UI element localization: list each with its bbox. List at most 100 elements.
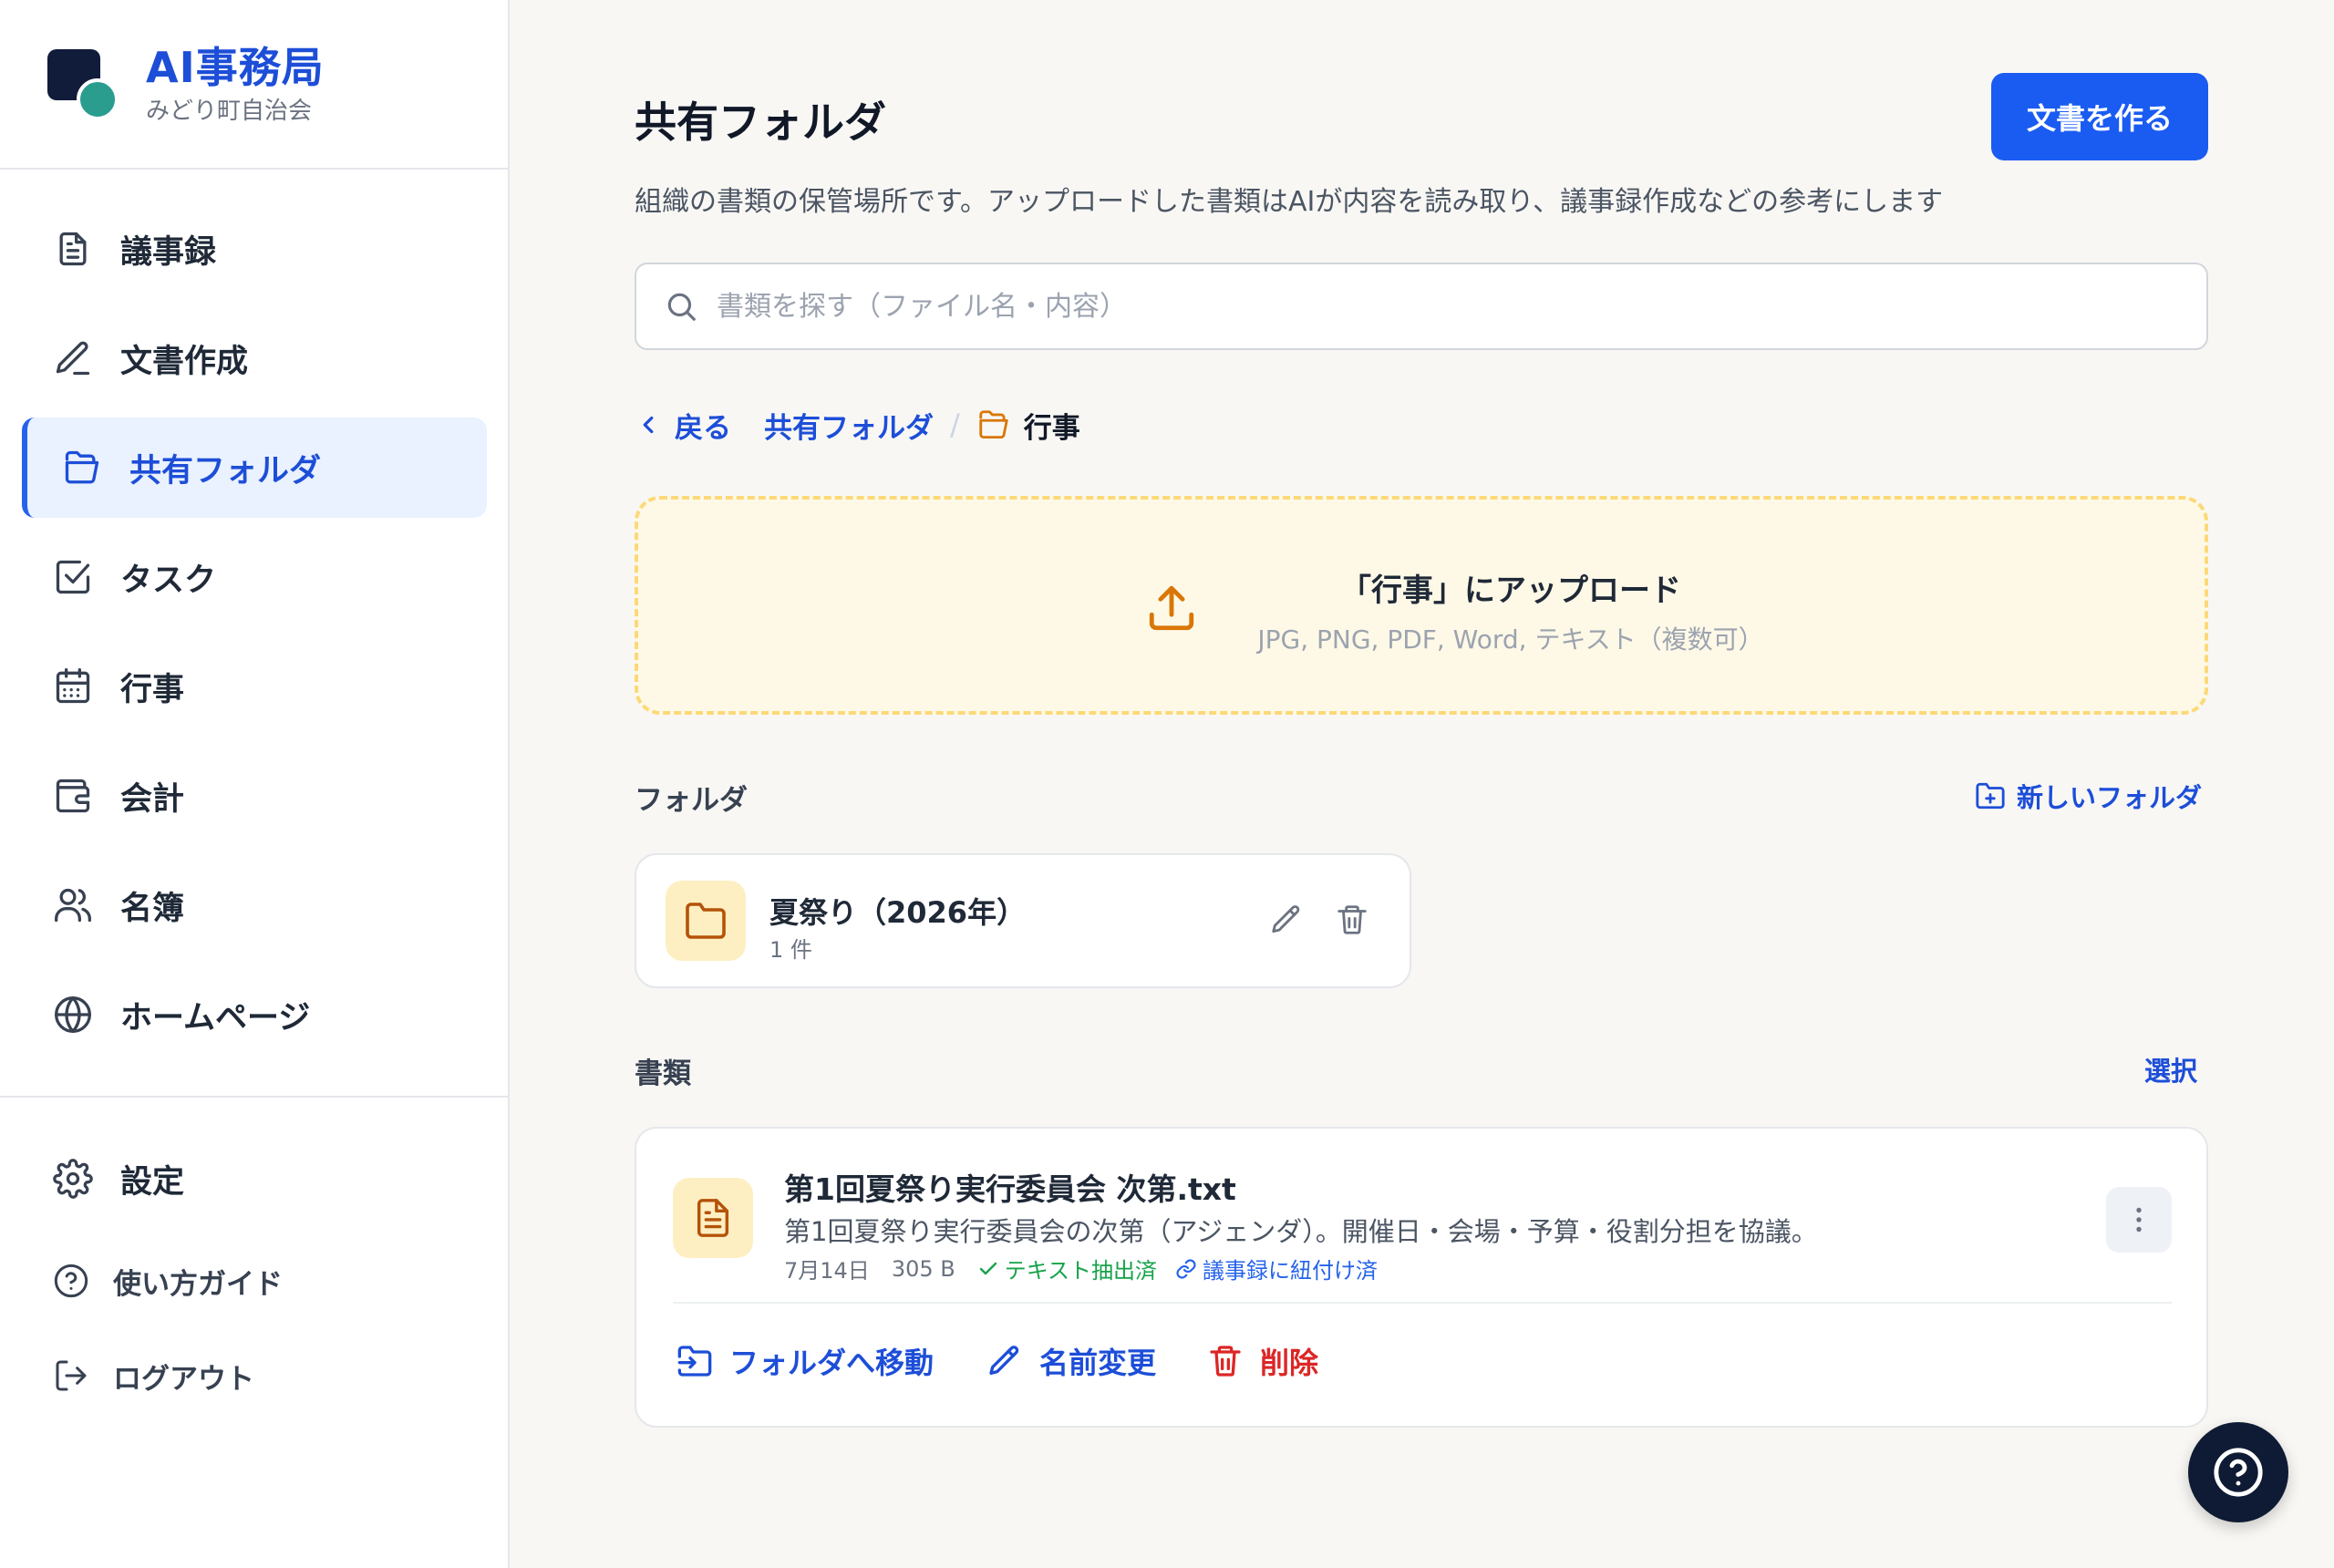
document-thumb [673,1178,753,1258]
logout-icon [56,1360,87,1391]
upload-formats: JPG, PNG, PDF, Word, テキスト（複数可） [1257,624,1764,655]
wallet-icon [56,779,90,813]
folder-open-icon [65,450,99,484]
sidebar-item-label: 文書作成 [120,343,249,380]
document-date: 7月14日 [784,1258,870,1284]
sidebar-item-tasks[interactable]: タスク [22,527,487,627]
link-icon [1176,1258,1196,1279]
sidebar-divider [0,168,508,170]
breadcrumb-root-link[interactable]: 共有フォルダ [764,405,934,446]
sidebar-item-label: 行事 [120,671,185,708]
document-name: 第1回夏祭り実行委員会 次第.txt [784,1171,1236,1207]
brand-subtitle: みどり町自治会 [146,98,313,125]
sidebar-item-label: 会計 [120,780,185,818]
card-divider [673,1302,2172,1304]
new-folder-label: 新しいフォルダ [2017,782,2203,813]
document-card[interactable]: 第1回夏祭り実行委員会 次第.txt 第1回夏祭り実行委員会の次第（アジェンダ）… [635,1127,2208,1428]
sidebar-item-label: タスク [120,562,217,599]
chevron-left-icon [643,416,654,434]
documents-heading: 書類 [635,1057,691,1090]
move-to-folder-button[interactable]: フォルダへ移動 [676,1340,934,1382]
sidebar-item-label: 使い方ガイド [113,1267,283,1301]
sidebar-item-guide[interactable]: 使い方ガイド [22,1231,487,1331]
select-label: 選択 [2144,1056,2198,1087]
file-text-icon [697,1199,729,1237]
breadcrumb-current: 行事 [976,405,1080,446]
folder-thumb [666,881,746,961]
sidebar-item-label: 名簿 [120,890,185,927]
gear-icon [53,1159,93,1199]
help-circle-icon [2214,1448,2263,1497]
move-label: フォルダへ移動 [729,1346,935,1380]
folder-move-icon [677,1346,712,1377]
sidebar: AI事務局 みどり町自治会 議事録 文書作成 共有フォルダ タスク 行事 会計 … [0,0,510,1568]
sidebar-item-accounting[interactable]: 会計 [22,746,487,846]
pencil-icon [989,1346,1019,1375]
select-button[interactable]: 選択 [2144,1050,2197,1088]
search-icon [667,293,696,321]
folder-card[interactable]: 夏祭り（2026年） 1 件 [635,853,1411,988]
upload-title: 「行事」にアップロード [1340,573,1681,609]
document-meta: 7月14日 305 B テキスト抽出済 議事録に紐付け済 [784,1253,1378,1284]
linked-badge: 議事録に紐付け済 [1175,1253,1378,1284]
check-square-icon [56,560,90,594]
sidebar-item-homepage[interactable]: ホームページ [22,965,487,1065]
folder-name: 夏祭り（2026年） [769,895,1027,930]
sidebar-item-documents[interactable]: 文書作成 [22,308,487,408]
linked-label: 議事録に紐付け済 [1203,1258,1378,1284]
sidebar-item-events[interactable]: 行事 [22,636,487,737]
trash-icon[interactable] [1335,903,1369,937]
delete-button[interactable]: 削除 [1207,1340,1318,1382]
page-description: 組織の書類の保管場所です。アップロードした書類はAIが内容を読み取り、議事録作成… [635,186,1944,218]
calendar-icon [56,668,90,704]
back-button[interactable]: 戻る [635,405,731,446]
sidebar-item-logout[interactable]: ログアウト [22,1326,487,1426]
rename-button[interactable]: 名前変更 [986,1340,1156,1382]
document-icon [59,232,87,266]
more-options-button[interactable] [2106,1187,2172,1253]
sidebar-item-roster[interactable]: 名簿 [22,855,487,955]
breadcrumb-separator: / [950,407,960,442]
extracted-label: テキスト抽出済 [1004,1258,1157,1284]
sidebar-item-label: ログアウト [113,1362,254,1396]
sidebar-divider [0,1096,508,1098]
sidebar-item-label: ホームページ [120,999,311,1037]
sidebar-item-label: 議事録 [120,233,217,271]
edit-pencil-icon[interactable] [1269,903,1304,937]
users-icon [55,888,91,923]
rename-label: 名前変更 [1039,1346,1157,1380]
sidebar-item-label: 設定 [120,1163,185,1201]
folder-plus-icon [1976,782,2005,810]
brand-logo [47,42,120,120]
help-circle-icon [54,1264,88,1298]
page-title: 共有フォルダ [635,98,886,147]
breadcrumb-current-label: 行事 [1023,411,1080,445]
delete-label: 削除 [1260,1346,1319,1380]
trash-icon [1210,1346,1241,1377]
folder-count: 1 件 [769,937,812,963]
sidebar-item-settings[interactable]: 設定 [22,1129,487,1229]
new-folder-button[interactable]: 新しいフォルダ [1975,777,2202,815]
create-document-button[interactable]: 文書を作る [1991,73,2208,160]
upload-dropzone[interactable]: 「行事」にアップロード JPG, PNG, PDF, Word, テキスト（複数… [635,496,2208,715]
sidebar-item-label: 共有フォルダ [129,452,322,490]
sidebar-item-minutes[interactable]: 議事録 [22,199,487,299]
folder-icon [686,903,726,939]
document-size: 305 B [891,1255,955,1282]
help-fab-button[interactable] [2188,1422,2288,1522]
extracted-badge: テキスト抽出済 [977,1253,1157,1284]
more-vertical-icon [2136,1207,2142,1233]
folders-heading: フォルダ [635,784,748,817]
check-icon [979,1262,997,1274]
back-label: 戻る [675,411,731,445]
brand-title: AI事務局 [146,43,325,92]
sidebar-item-shared-folder[interactable]: 共有フォルダ [22,418,487,518]
folder-open-icon [979,410,1008,439]
globe-icon [55,996,91,1033]
breadcrumb: 戻る 共有フォルダ / 行事 [635,401,1080,449]
search-box[interactable] [635,263,2208,350]
document-description: 第1回夏祭り実行委員会の次第（アジェンダ）。開催日・会場・予算・役割分担を協議。 [784,1216,1818,1247]
search-input[interactable] [717,290,2084,323]
brand[interactable]: AI事務局 みどり町自治会 [47,42,325,126]
pen-icon [56,341,90,376]
